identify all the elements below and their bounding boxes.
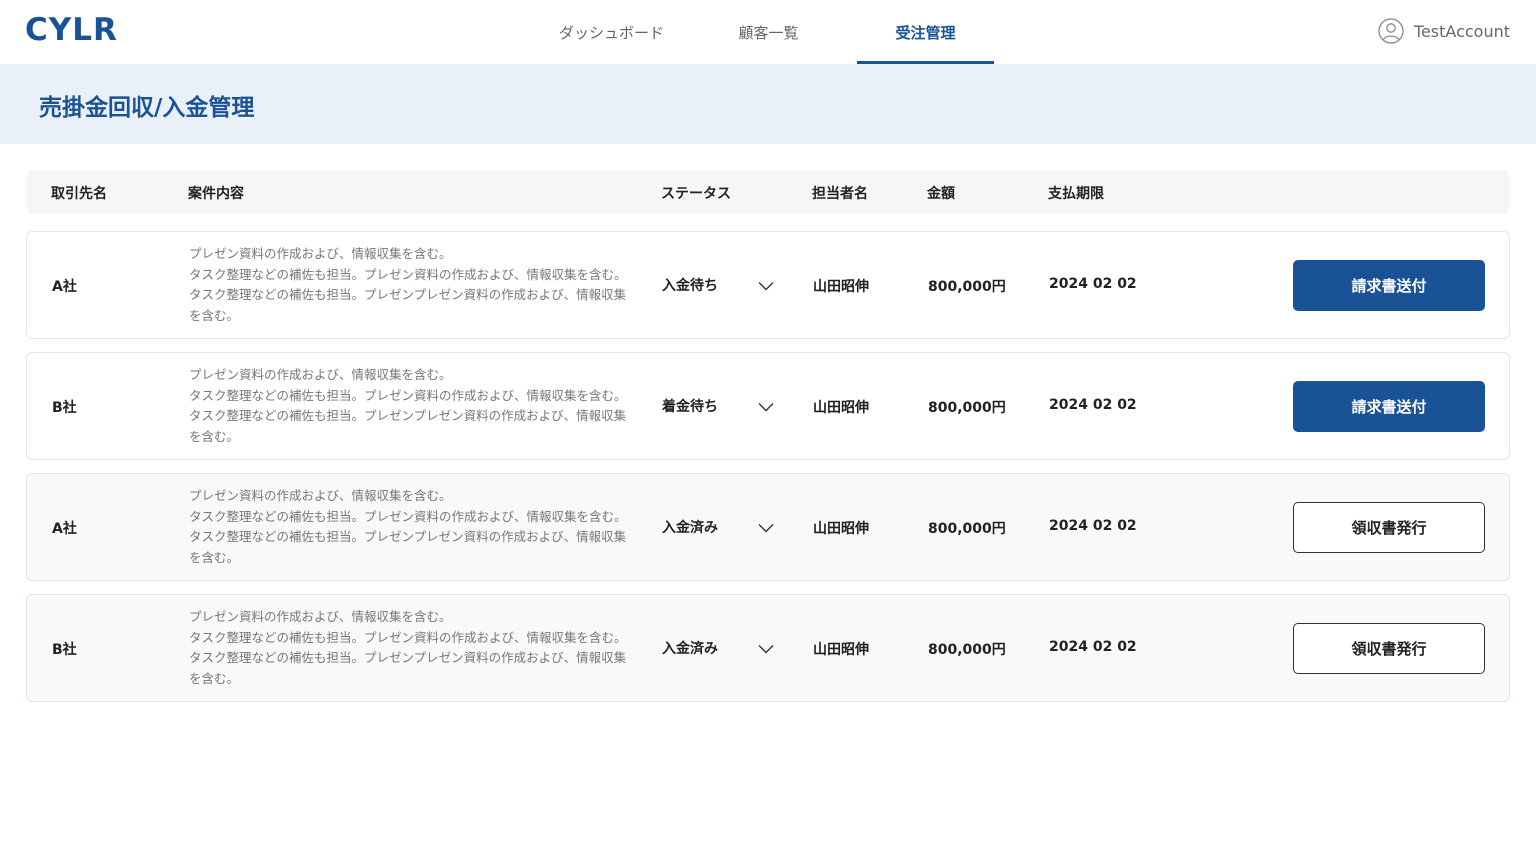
due-date: 2024 02 02: [1049, 276, 1137, 292]
header-status: ステータス: [661, 186, 731, 202]
header-company: 取引先名: [51, 186, 107, 202]
company-name: A社: [52, 521, 77, 537]
person-name: 山田昭伸: [813, 521, 869, 537]
case-description: プレゼン資料の作成および、情報収集を含む。 タスク整理などの補佐も担当。プレゼン資…: [189, 609, 627, 687]
company-name: A社: [52, 279, 77, 295]
amount: 800,000円: [928, 642, 1006, 658]
status-value: 入金待ち: [662, 278, 718, 294]
person-name: 山田昭伸: [813, 642, 869, 658]
amount: 800,000円: [928, 279, 1006, 295]
issue-receipt-button[interactable]: 領収書発行: [1293, 502, 1485, 553]
chevron-down-icon: [758, 403, 774, 412]
header-amount: 金額: [927, 186, 955, 202]
app-header: CYLR ダッシュボード 顧客一覧 受注管理 TestAccount: [0, 0, 1536, 64]
account-menu[interactable]: TestAccount: [1378, 18, 1510, 44]
amount: 800,000円: [928, 521, 1006, 537]
status-dropdown[interactable]: 入金済み: [662, 517, 774, 537]
table-row: B社 プレゼン資料の作成および、情報収集を含む。 タスク整理などの補佐も担当。プレ…: [26, 594, 1510, 702]
header-due: 支払期限: [1048, 186, 1104, 202]
status-value: 入金済み: [662, 641, 718, 657]
table-row: B社 プレゼン資料の作成および、情報収集を含む。 タスク整理などの補佐も担当。プレ…: [26, 352, 1510, 460]
issue-receipt-button[interactable]: 領収書発行: [1293, 623, 1485, 674]
chevron-down-icon: [758, 282, 774, 291]
due-date: 2024 02 02: [1049, 518, 1137, 534]
person-name: 山田昭伸: [813, 400, 869, 416]
person-name: 山田昭伸: [813, 279, 869, 295]
account-name: TestAccount: [1413, 21, 1510, 41]
due-date: 2024 02 02: [1049, 397, 1137, 413]
case-description: プレゼン資料の作成および、情報収集を含む。 タスク整理などの補佐も担当。プレゼン資…: [189, 367, 627, 445]
chevron-down-icon: [758, 524, 774, 533]
tab-customer-list[interactable]: 顧客一覧: [700, 0, 837, 64]
company-name: B社: [52, 400, 77, 416]
header-person: 担当者名: [812, 186, 868, 202]
page-title: 売掛金回収/入金管理: [39, 95, 255, 121]
logo[interactable]: CYLR: [25, 12, 118, 48]
company-name: B社: [52, 642, 77, 658]
header-content: 案件内容: [188, 186, 244, 202]
status-dropdown[interactable]: 入金待ち: [662, 275, 774, 295]
table-row: A社 プレゼン資料の作成および、情報収集を含む。 タスク整理などの補佐も担当。プレ…: [26, 231, 1510, 339]
status-dropdown[interactable]: 着金待ち: [662, 396, 774, 416]
case-description: プレゼン資料の作成および、情報収集を含む。 タスク整理などの補佐も担当。プレゼン資…: [189, 246, 627, 324]
status-value: 入金済み: [662, 520, 718, 536]
tab-dashboard[interactable]: ダッシュボード: [543, 0, 680, 64]
case-description: プレゼン資料の作成および、情報収集を含む。 タスク整理などの補佐も担当。プレゼン資…: [189, 488, 627, 566]
main-nav: ダッシュボード 顧客一覧 受注管理: [543, 0, 1014, 64]
status-dropdown[interactable]: 入金済み: [662, 638, 774, 658]
table-row: A社 プレゼン資料の作成および、情報収集を含む。 タスク整理などの補佐も担当。プレ…: [26, 473, 1510, 581]
send-invoice-button[interactable]: 請求書送付: [1293, 260, 1485, 311]
page-title-bar: 売掛金回収/入金管理: [0, 64, 1536, 144]
status-value: 着金待ち: [662, 399, 718, 415]
chevron-down-icon: [758, 645, 774, 654]
send-invoice-button[interactable]: 請求書送付: [1293, 381, 1485, 432]
tab-order-management[interactable]: 受注管理: [857, 0, 994, 64]
amount: 800,000円: [928, 400, 1006, 416]
table-header: 取引先名 案件内容 ステータス 担当者名 金額 支払期限: [26, 170, 1510, 214]
user-circle-icon: [1378, 18, 1404, 44]
due-date: 2024 02 02: [1049, 639, 1137, 655]
